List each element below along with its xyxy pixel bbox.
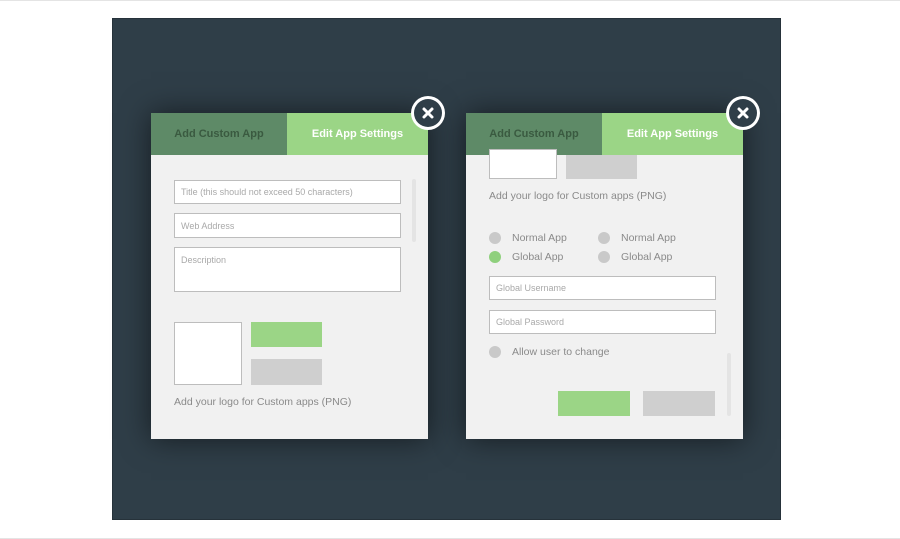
radio-dot[interactable] xyxy=(598,232,610,244)
logo-preview-box xyxy=(489,149,557,179)
left-tab-bar: Add Custom App Edit App Settings xyxy=(151,113,428,155)
right-dialog-panel: Add Custom App Edit App Settings Add you… xyxy=(466,113,743,439)
left-dialog-panel: Add Custom App Edit App Settings Title (… xyxy=(151,113,428,439)
remove-logo-button[interactable] xyxy=(566,155,637,179)
left-close-button[interactable] xyxy=(411,96,445,130)
checkbox-allow-user-change[interactable]: Allow user to change xyxy=(489,346,609,358)
radio-label: Global App xyxy=(621,251,673,263)
radio-global-app-2[interactable]: Global App xyxy=(598,251,672,263)
tab-edit-app-settings[interactable]: Edit App Settings xyxy=(602,113,743,155)
right-close-button[interactable] xyxy=(726,96,760,130)
toggle-dot[interactable] xyxy=(489,346,501,358)
logo-caption: Add your logo for Custom apps (PNG) xyxy=(174,396,352,408)
close-icon xyxy=(414,99,442,127)
radio-label: Normal App xyxy=(621,232,676,244)
right-scrollbar[interactable] xyxy=(727,353,731,416)
cancel-button[interactable] xyxy=(643,391,715,416)
radio-dot[interactable] xyxy=(489,232,501,244)
left-scrollbar[interactable] xyxy=(412,179,416,242)
title-input[interactable]: Title (this should not exceed 50 charact… xyxy=(174,180,401,204)
web-address-input[interactable]: Web Address xyxy=(174,213,401,238)
radio-normal-app-1[interactable]: Normal App xyxy=(489,232,567,244)
radio-dot-selected[interactable] xyxy=(489,251,501,263)
tab-edit-app-settings[interactable]: Edit App Settings xyxy=(287,113,428,155)
logo-caption: Add your logo for Custom apps (PNG) xyxy=(489,190,667,202)
tab-add-custom-app[interactable]: Add Custom App xyxy=(151,113,287,155)
upload-logo-button[interactable] xyxy=(251,322,322,347)
radio-label: Global App xyxy=(512,251,564,263)
radio-dot[interactable] xyxy=(598,251,610,263)
save-button[interactable] xyxy=(558,391,630,416)
radio-normal-app-2[interactable]: Normal App xyxy=(598,232,676,244)
close-icon xyxy=(729,99,757,127)
radio-global-app-1[interactable]: Global App xyxy=(489,251,563,263)
top-divider xyxy=(0,0,900,1)
radio-label: Normal App xyxy=(512,232,567,244)
description-textarea[interactable]: Description xyxy=(174,247,401,292)
allow-change-label: Allow user to change xyxy=(512,346,610,358)
remove-logo-button[interactable] xyxy=(251,359,322,385)
global-username-input[interactable]: Global Username xyxy=(489,276,716,300)
logo-preview-box xyxy=(174,322,242,385)
global-password-input[interactable]: Global Password xyxy=(489,310,716,334)
